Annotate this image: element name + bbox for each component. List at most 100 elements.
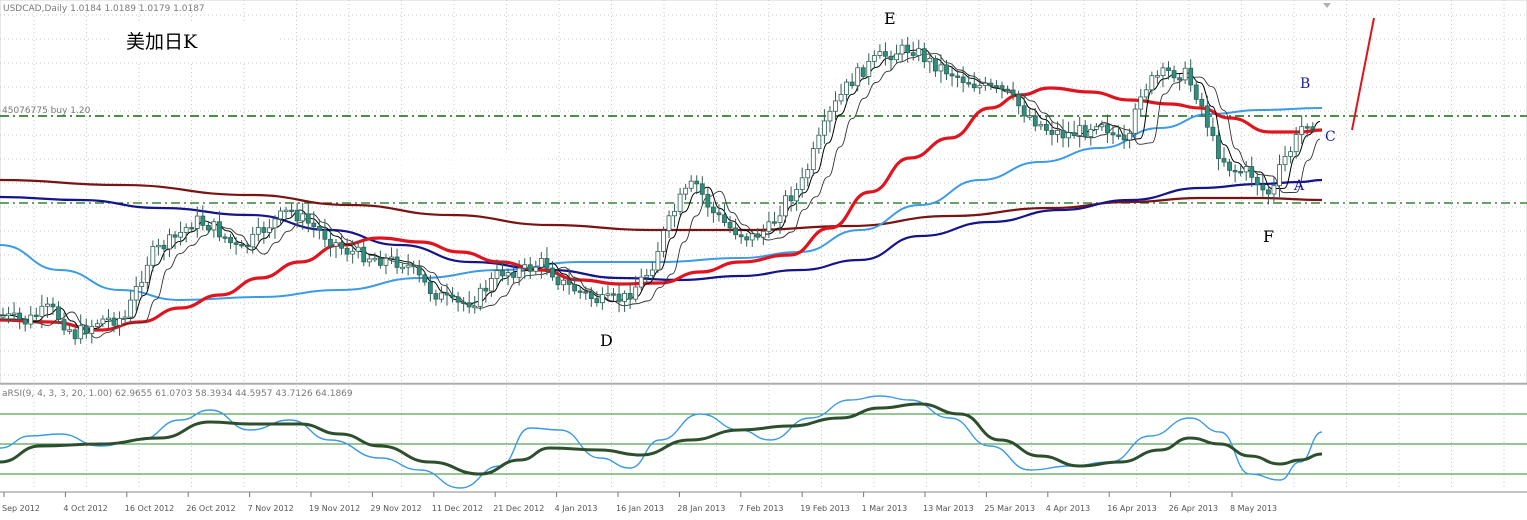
candle-body xyxy=(1310,126,1316,130)
rsi-panel xyxy=(0,395,1527,489)
candle-body xyxy=(588,291,594,300)
candle xyxy=(760,224,766,246)
candle-body xyxy=(1299,126,1305,135)
label-f: F xyxy=(1263,227,1274,246)
candle-body xyxy=(322,229,328,240)
candle-body xyxy=(949,73,955,77)
candle xyxy=(588,287,594,307)
candle-body xyxy=(167,234,172,250)
candle-body xyxy=(1105,124,1110,134)
candle-body xyxy=(655,251,661,271)
candle xyxy=(33,307,39,322)
candle xyxy=(688,175,694,193)
candle-body xyxy=(222,236,228,239)
candle-body xyxy=(389,256,394,259)
candle-body xyxy=(711,206,716,214)
candle xyxy=(971,72,977,92)
candle xyxy=(394,248,400,274)
x-tick-label: 21 Dec 2012 xyxy=(493,504,544,513)
candle xyxy=(444,283,450,306)
candle xyxy=(117,311,122,336)
candle-body xyxy=(1193,84,1199,100)
ma-fast2-line xyxy=(0,53,1321,339)
candle-body xyxy=(705,193,711,208)
candle-body xyxy=(1288,151,1293,157)
candle xyxy=(871,50,877,69)
candle-body xyxy=(128,299,134,318)
candle-body xyxy=(955,75,960,78)
candle-body xyxy=(366,258,372,263)
candle-body xyxy=(871,55,877,62)
candle-body xyxy=(805,169,811,179)
candle-body xyxy=(810,148,816,171)
candle xyxy=(1182,61,1188,84)
candle-body xyxy=(355,246,361,252)
candle-body xyxy=(200,215,206,226)
candle-body xyxy=(1093,126,1099,130)
candle-body xyxy=(505,272,511,277)
candle xyxy=(772,211,777,227)
x-tick-label: 7 Nov 2012 xyxy=(248,504,294,513)
candle-body xyxy=(600,294,605,304)
candle-body xyxy=(78,325,84,340)
x-tick-label: 4 Oct 2012 xyxy=(63,504,107,513)
candle-body xyxy=(799,177,805,190)
projection-line xyxy=(1351,17,1375,131)
candle-body xyxy=(455,296,461,303)
candle xyxy=(672,203,677,228)
candle-body xyxy=(738,234,744,238)
candle-body xyxy=(477,287,483,307)
x-tick-label: 4 Apr 2013 xyxy=(1046,504,1090,513)
x-tick-label: 16 Oct 2012 xyxy=(125,504,174,513)
candle-body xyxy=(1249,166,1255,178)
candle-body xyxy=(150,245,156,266)
candle-body xyxy=(883,51,888,57)
candle-body xyxy=(977,85,983,89)
candle-body xyxy=(56,306,61,320)
candle-body xyxy=(106,317,111,320)
candle xyxy=(661,226,666,258)
candle xyxy=(577,286,583,299)
candle xyxy=(211,218,217,238)
candle-body xyxy=(1143,89,1149,98)
candle-body xyxy=(111,317,117,326)
candle-body xyxy=(533,266,539,272)
candle-body xyxy=(1304,126,1310,129)
candle xyxy=(22,315,28,332)
candle-body xyxy=(844,81,849,95)
candle-body xyxy=(1204,105,1210,128)
candle-body xyxy=(1044,124,1049,131)
candle xyxy=(810,141,816,177)
candle xyxy=(1282,145,1288,172)
candle-body xyxy=(261,227,267,233)
x-tick-label: 26 Oct 2012 xyxy=(186,504,235,513)
candle-body xyxy=(1160,67,1166,77)
candle-body xyxy=(444,292,450,296)
candle-body xyxy=(1099,124,1105,128)
candle-body xyxy=(1021,105,1027,117)
candle xyxy=(616,282,622,313)
label-c: C xyxy=(1325,129,1336,145)
candle-body xyxy=(849,81,855,87)
candle xyxy=(261,221,267,244)
candle-body xyxy=(511,272,517,278)
overlay-box xyxy=(400,150,545,178)
candle-body xyxy=(694,180,700,185)
candle xyxy=(982,76,988,91)
candle xyxy=(1254,173,1260,196)
candle-body xyxy=(1038,124,1044,127)
candle xyxy=(683,183,689,201)
candle xyxy=(189,222,195,232)
candle xyxy=(1160,62,1166,88)
candle xyxy=(222,233,228,244)
scroll-marker-icon xyxy=(1323,3,1331,8)
candle xyxy=(633,275,639,303)
candle-body xyxy=(661,230,666,252)
candle-body xyxy=(494,270,500,279)
candle-body xyxy=(550,267,555,278)
candle-body xyxy=(855,67,861,87)
candle xyxy=(1171,65,1177,83)
candle-body xyxy=(727,222,733,229)
candle xyxy=(1060,119,1066,148)
candle-body xyxy=(0,315,6,318)
